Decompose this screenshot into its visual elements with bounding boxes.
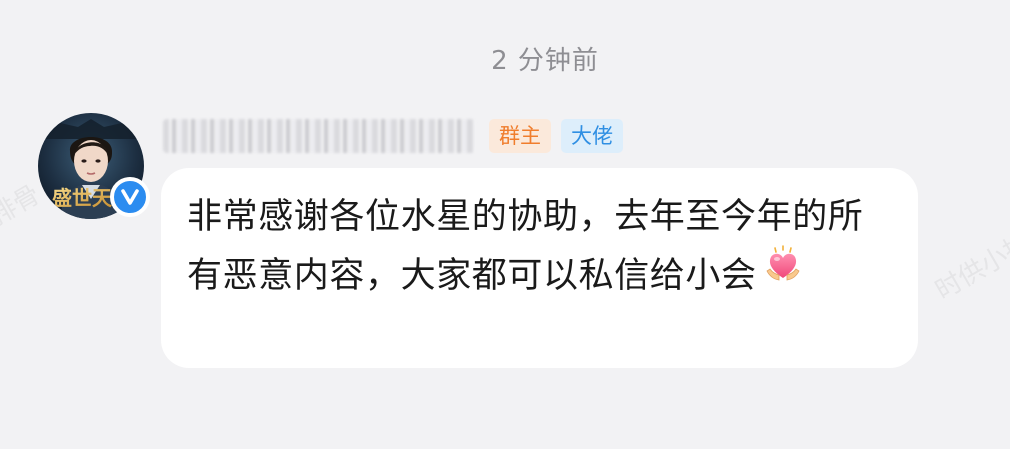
message-bubble[interactable]: 非常感谢各位水星的协助，去年至今年的所有恶意内容，大家都可以私信给小会 bbox=[161, 168, 918, 368]
watermark-right: 时供小排骨 bbox=[930, 215, 1010, 307]
verified-v-icon bbox=[110, 177, 150, 217]
sender-avatar-container[interactable]: 盛世天 bbox=[38, 113, 150, 219]
heart-hands-emoji-icon bbox=[763, 244, 803, 304]
message-content: 非常感谢各位水星的协助，去年至今年的所有恶意内容，大家都可以私信给小会 bbox=[187, 188, 892, 306]
sender-name-row: 群主 大佬 bbox=[163, 116, 623, 156]
vip-badge: 大佬 bbox=[561, 119, 623, 153]
group-owner-badge: 群主 bbox=[489, 119, 551, 153]
svg-text:盛世天: 盛世天 bbox=[52, 186, 113, 210]
message-timestamp: 2 分钟前 bbox=[491, 46, 599, 76]
sender-name-blurred[interactable] bbox=[163, 119, 475, 153]
